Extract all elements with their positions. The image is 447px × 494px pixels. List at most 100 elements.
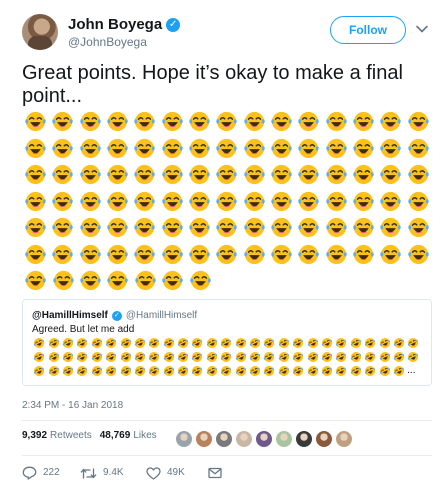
rolling-on-floor-laughing-emoji-icon bbox=[133, 336, 147, 350]
tweet-actions: 222 9.4K 49K bbox=[22, 466, 222, 480]
tears-of-joy-emoji-icon bbox=[405, 135, 432, 162]
tears-of-joy-emoji-icon bbox=[186, 241, 213, 268]
rolling-on-floor-laughing-emoji-icon bbox=[118, 336, 132, 350]
liker-avatar[interactable] bbox=[335, 430, 353, 448]
liker-avatar[interactable] bbox=[315, 430, 333, 448]
tears-of-joy-emoji-icon bbox=[241, 188, 268, 215]
reply-action[interactable]: 222 bbox=[22, 466, 80, 480]
tears-of-joy-emoji-icon bbox=[186, 161, 213, 188]
rolling-on-floor-laughing-emoji-icon bbox=[75, 336, 89, 350]
tears-of-joy-emoji-icon bbox=[131, 214, 158, 241]
tears-of-joy-emoji-icon bbox=[159, 241, 186, 268]
rolling-on-floor-laughing-emoji-icon bbox=[75, 350, 89, 364]
heart-icon bbox=[146, 466, 161, 480]
rolling-on-floor-laughing-emoji-icon bbox=[277, 336, 291, 350]
tears-of-joy-emoji-icon bbox=[323, 241, 350, 268]
liker-avatar[interactable] bbox=[295, 430, 313, 448]
rolling-on-floor-laughing-emoji-icon bbox=[248, 350, 262, 364]
tears-of-joy-emoji-icon bbox=[22, 267, 49, 294]
tears-of-joy-emoji-icon bbox=[159, 161, 186, 188]
retweets-label: Retweets bbox=[50, 430, 92, 441]
rolling-on-floor-laughing-emoji-icon bbox=[262, 350, 276, 364]
like-action[interactable]: 49K bbox=[146, 466, 208, 480]
like-count: 49K bbox=[167, 467, 185, 478]
tears-of-joy-emoji-icon bbox=[159, 267, 186, 294]
rolling-on-floor-laughing-emoji-icon bbox=[334, 364, 348, 378]
tears-of-joy-emoji-icon bbox=[131, 135, 158, 162]
tears-of-joy-emoji-icon bbox=[132, 267, 159, 294]
retweets-stat[interactable]: 9,392 Retweets bbox=[22, 430, 92, 441]
liker-avatar[interactable] bbox=[215, 430, 233, 448]
tears-of-joy-emoji-icon bbox=[186, 108, 213, 135]
tears-of-joy-emoji-icon bbox=[268, 108, 295, 135]
direct-message-action[interactable] bbox=[208, 467, 222, 479]
emoji-row bbox=[22, 161, 432, 188]
tweet-stats: 9,392 Retweets 48,769 Likes bbox=[22, 430, 165, 441]
retweet-icon bbox=[80, 467, 97, 479]
rolling-on-floor-laughing-emoji-icon bbox=[90, 350, 104, 364]
quoted-emoji-grid: ... bbox=[32, 336, 427, 378]
tweet-timestamp[interactable]: 2:34 PM - 16 Jan 2018 bbox=[22, 400, 123, 411]
rolling-on-floor-laughing-emoji-icon bbox=[233, 336, 247, 350]
tears-of-joy-emoji-icon bbox=[323, 214, 350, 241]
rolling-on-floor-laughing-emoji-icon bbox=[305, 336, 319, 350]
rolling-on-floor-laughing-emoji-icon bbox=[147, 336, 161, 350]
tears-of-joy-emoji-icon bbox=[49, 214, 76, 241]
tears-of-joy-emoji-icon bbox=[186, 214, 213, 241]
author-name-row: John Boyega ✓ bbox=[68, 16, 181, 33]
liker-avatar[interactable] bbox=[275, 430, 293, 448]
author-handle[interactable]: @JohnBoyega bbox=[68, 35, 147, 49]
author-avatar[interactable] bbox=[22, 14, 58, 50]
rolling-on-floor-laughing-emoji-icon bbox=[406, 336, 420, 350]
tears-of-joy-emoji-icon bbox=[241, 161, 268, 188]
author-display-name[interactable]: John Boyega bbox=[68, 16, 162, 33]
rolling-on-floor-laughing-emoji-icon bbox=[162, 364, 176, 378]
quoted-tweet-text: Agreed. But let me add bbox=[32, 324, 135, 335]
tears-of-joy-emoji-icon bbox=[377, 161, 404, 188]
rolling-on-floor-laughing-emoji-icon bbox=[32, 336, 46, 350]
follow-button[interactable]: Follow bbox=[330, 16, 406, 44]
tears-of-joy-emoji-icon bbox=[104, 161, 131, 188]
retweet-action[interactable]: 9.4K bbox=[80, 467, 146, 480]
tears-of-joy-emoji-icon bbox=[49, 161, 76, 188]
rolling-on-floor-laughing-emoji-icon bbox=[205, 350, 219, 364]
chevron-down-icon[interactable] bbox=[415, 22, 429, 36]
tears-of-joy-emoji-icon bbox=[350, 108, 377, 135]
tears-of-joy-emoji-icon bbox=[268, 241, 295, 268]
liker-avatar[interactable] bbox=[255, 430, 273, 448]
likes-stat[interactable]: 48,769 Likes bbox=[100, 430, 157, 441]
tears-of-joy-emoji-icon bbox=[22, 108, 49, 135]
tears-of-joy-emoji-icon bbox=[295, 108, 322, 135]
tears-of-joy-emoji-icon bbox=[241, 135, 268, 162]
quoted-author-name[interactable]: @HamillHimself bbox=[32, 310, 108, 321]
tears-of-joy-emoji-icon bbox=[77, 135, 104, 162]
tears-of-joy-emoji-icon bbox=[405, 188, 432, 215]
quoted-tweet-header: @HamillHimself ✓ @HamillHimself bbox=[32, 310, 197, 321]
tears-of-joy-emoji-icon bbox=[131, 161, 158, 188]
rolling-on-floor-laughing-emoji-icon bbox=[334, 350, 348, 364]
liker-avatar[interactable] bbox=[175, 430, 193, 448]
rolling-on-floor-laughing-emoji-icon bbox=[334, 336, 348, 350]
emoji-row bbox=[22, 214, 432, 241]
tears-of-joy-emoji-icon bbox=[350, 214, 377, 241]
rolling-on-floor-laughing-emoji-icon bbox=[61, 336, 75, 350]
quoted-tweet[interactable]: @HamillHimself ✓ @HamillHimself Agreed. … bbox=[22, 299, 432, 386]
rolling-on-floor-laughing-emoji-icon bbox=[133, 350, 147, 364]
rolling-on-floor-laughing-emoji-icon bbox=[377, 350, 391, 364]
rolling-on-floor-laughing-emoji-icon bbox=[277, 350, 291, 364]
rolling-on-floor-laughing-emoji-icon bbox=[320, 350, 334, 364]
likes-count: 48,769 bbox=[99, 430, 131, 441]
tears-of-joy-emoji-icon bbox=[22, 188, 49, 215]
tears-of-joy-emoji-icon bbox=[49, 188, 76, 215]
tears-of-joy-emoji-icon bbox=[377, 108, 404, 135]
tears-of-joy-emoji-icon bbox=[241, 108, 268, 135]
liker-avatar[interactable] bbox=[235, 430, 253, 448]
tears-of-joy-emoji-icon bbox=[323, 188, 350, 215]
quoted-emoji-row: ... bbox=[32, 364, 427, 378]
quoted-emoji-row bbox=[32, 350, 427, 364]
tears-of-joy-emoji-icon bbox=[295, 214, 322, 241]
rolling-on-floor-laughing-emoji-icon bbox=[190, 350, 204, 364]
liker-avatar[interactable] bbox=[195, 430, 213, 448]
quoted-author-handle[interactable]: @HamillHimself bbox=[126, 310, 197, 321]
rolling-on-floor-laughing-emoji-icon bbox=[377, 364, 391, 378]
